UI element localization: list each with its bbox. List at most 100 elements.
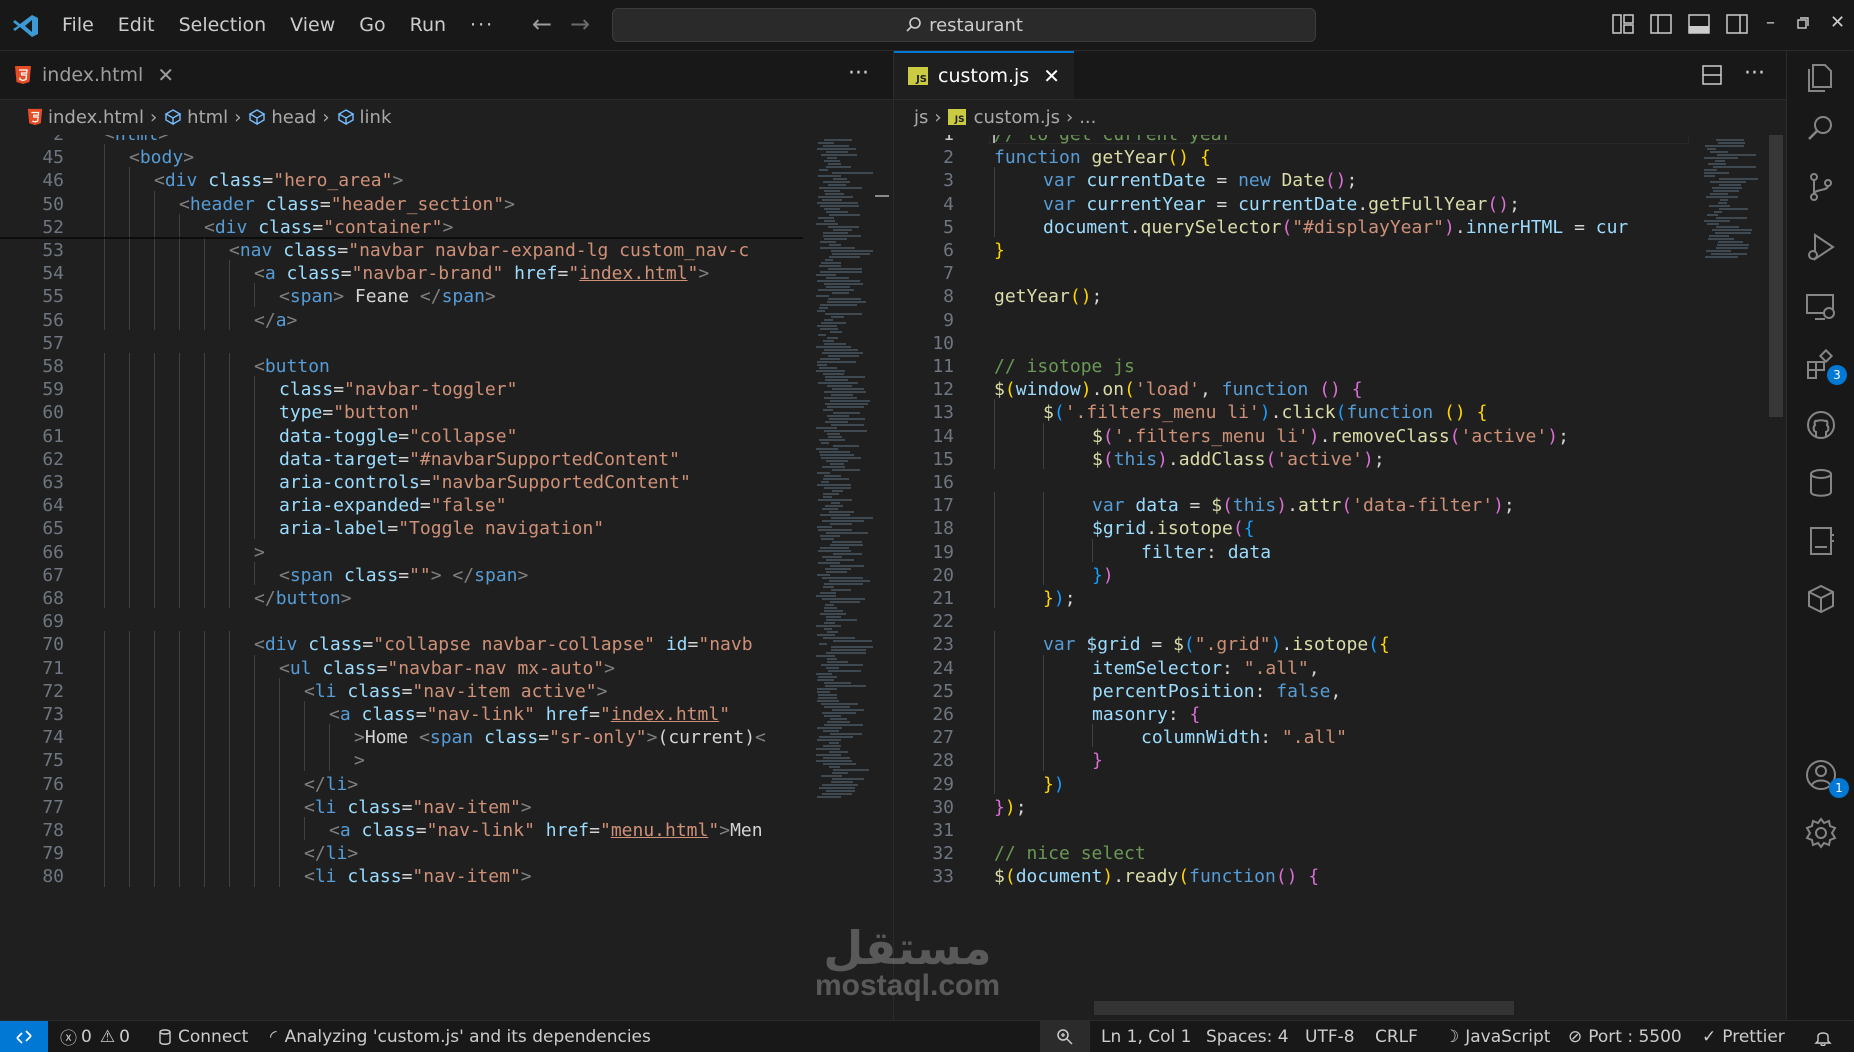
indent-guide	[179, 770, 180, 794]
connect-button[interactable]: Connect	[158, 1021, 248, 1052]
database-icon[interactable]	[1803, 465, 1839, 501]
menu-view[interactable]: View	[290, 14, 335, 36]
toggle-panel-icon[interactable]	[1688, 14, 1710, 34]
breadcrumb-item[interactable]: link	[336, 106, 392, 128]
breadcrumb-item[interactable]: js	[914, 107, 928, 128]
notebook-icon[interactable]	[1803, 523, 1839, 559]
minimap-line	[831, 394, 853, 396]
code-token: }	[1092, 750, 1103, 772]
menu-edit[interactable]: Edit	[118, 14, 155, 36]
code-token: '.filters_menu li'	[1064, 402, 1260, 424]
github-icon[interactable]	[1803, 407, 1839, 443]
language-mode[interactable]: ☽ JavaScript	[1444, 1021, 1550, 1052]
more-actions-icon[interactable]: ···	[848, 61, 869, 86]
code-area-right[interactable]: 1// to get current year2function getYear…	[894, 135, 1699, 1020]
indent-guide	[104, 817, 105, 841]
minimap-line	[825, 313, 862, 315]
source-control-icon[interactable]	[1803, 169, 1839, 205]
scroll-indicator	[875, 195, 889, 197]
code-token: )	[1276, 495, 1288, 517]
code-token: class	[286, 263, 341, 285]
line-ending[interactable]: CRLF	[1375, 1021, 1418, 1052]
indent-guide	[104, 237, 105, 261]
code-token: )	[1493, 495, 1504, 517]
breadcrumb-label: index.html	[48, 106, 144, 128]
customize-layout-icon[interactable]	[1612, 14, 1634, 34]
command-center-search[interactable]: restaurant	[612, 8, 1316, 42]
minimap-line	[821, 457, 861, 459]
indent-guide	[129, 167, 130, 191]
indent-guide	[994, 167, 995, 191]
breadcrumb-label: link	[359, 106, 392, 128]
more-actions-icon[interactable]: ···	[1744, 61, 1765, 86]
toggle-primary-sidebar-icon[interactable]	[1650, 14, 1672, 34]
code-token: "collapse navbar-collapse"	[373, 634, 655, 656]
explorer-icon[interactable]	[1803, 59, 1839, 95]
zoom-button[interactable]	[1040, 1021, 1090, 1052]
scroll-thumb[interactable]	[1769, 135, 1783, 417]
close-tab-icon[interactable]: ✕	[157, 63, 174, 87]
code-token: :	[1260, 727, 1282, 749]
problems-indicator[interactable]: ⓧ 0 ⚠ 0	[60, 1021, 130, 1052]
search-icon[interactable]	[1803, 111, 1839, 147]
code-line[interactable]: 80 <li class="nav-item">	[0, 863, 803, 890]
package-icon[interactable]	[1803, 581, 1839, 617]
tab-index-html[interactable]: index.html ✕	[0, 51, 189, 99]
gear-icon[interactable]	[1803, 815, 1839, 851]
minimap-line	[817, 688, 837, 690]
scrollbar-left[interactable]	[873, 135, 891, 1020]
remote-explorer-icon[interactable]	[1803, 289, 1839, 325]
line-number: 80	[42, 866, 64, 888]
close-tab-icon[interactable]: ✕	[1043, 64, 1060, 88]
analyzing-status[interactable]: ◜ Analyzing 'custom.js' and its dependen…	[270, 1021, 651, 1052]
minimap-line	[825, 403, 868, 405]
text-cursor	[993, 135, 995, 143]
breadcrumb-item[interactable]: head	[247, 107, 316, 128]
minimap-left[interactable]	[812, 135, 874, 1020]
close-window-icon[interactable]: ✕	[1830, 12, 1845, 33]
minimap-line	[816, 295, 829, 297]
split-editor-icon[interactable]	[1702, 65, 1722, 85]
code-area-left[interactable]: 2<html>45<body>46<div class="hero_area">…	[0, 135, 803, 1020]
scrollbar-right[interactable]	[1766, 135, 1786, 1020]
menu-run[interactable]: Run	[410, 14, 446, 36]
minimap-line	[820, 247, 855, 249]
minimize-icon[interactable]: –	[1766, 12, 1775, 33]
toggle-secondary-sidebar-icon[interactable]	[1726, 14, 1748, 34]
tab-custom-js[interactable]: JS custom.js ✕	[894, 51, 1074, 99]
indent-guide	[154, 701, 155, 725]
run-debug-icon[interactable]	[1803, 229, 1839, 265]
minimap-line	[816, 673, 832, 675]
code-token: class	[283, 240, 338, 261]
indentation[interactable]: Spaces: 4	[1206, 1021, 1289, 1052]
breadcrumb-item[interactable]: index.html	[26, 107, 144, 128]
encoding[interactable]: UTF-8	[1305, 1021, 1355, 1052]
minimap-right[interactable]	[1699, 135, 1764, 1020]
indent-guide	[229, 585, 230, 609]
forward-arrow-icon[interactable]: →	[570, 10, 590, 38]
minimap-line	[819, 307, 828, 309]
live-server-port[interactable]: ⊘ Port : 5500	[1568, 1021, 1682, 1052]
minimap-line	[1704, 220, 1730, 222]
menu-more[interactable]: ···	[470, 14, 494, 36]
code-line[interactable]: 33 $(document).ready(function() {	[894, 863, 1699, 890]
indent-guide	[229, 492, 230, 516]
back-arrow-icon[interactable]: ←	[532, 10, 552, 38]
code-token: (	[1222, 495, 1233, 517]
menu-selection[interactable]: Selection	[179, 14, 267, 36]
horizontal-scrollbar[interactable]	[1094, 1001, 1514, 1015]
menu-go[interactable]: Go	[359, 14, 385, 36]
breadcrumb-item[interactable]: ...	[1079, 107, 1096, 128]
breadcrumb-item[interactable]: html	[163, 107, 228, 128]
minimap-line	[817, 634, 835, 636]
minimap-line	[826, 616, 841, 618]
menu-file[interactable]: File	[62, 14, 94, 36]
remote-indicator[interactable]	[0, 1021, 48, 1052]
code-token: var	[1092, 495, 1125, 517]
notifications-bell-icon[interactable]	[1814, 1021, 1832, 1052]
cursor-position[interactable]: Ln 1, Col 1	[1101, 1021, 1192, 1052]
breadcrumb-item[interactable]: JS custom.js	[947, 107, 1060, 128]
restore-icon[interactable]	[1797, 17, 1809, 29]
minimap-line	[824, 706, 850, 708]
prettier-status[interactable]: ✓ Prettier	[1702, 1021, 1785, 1052]
